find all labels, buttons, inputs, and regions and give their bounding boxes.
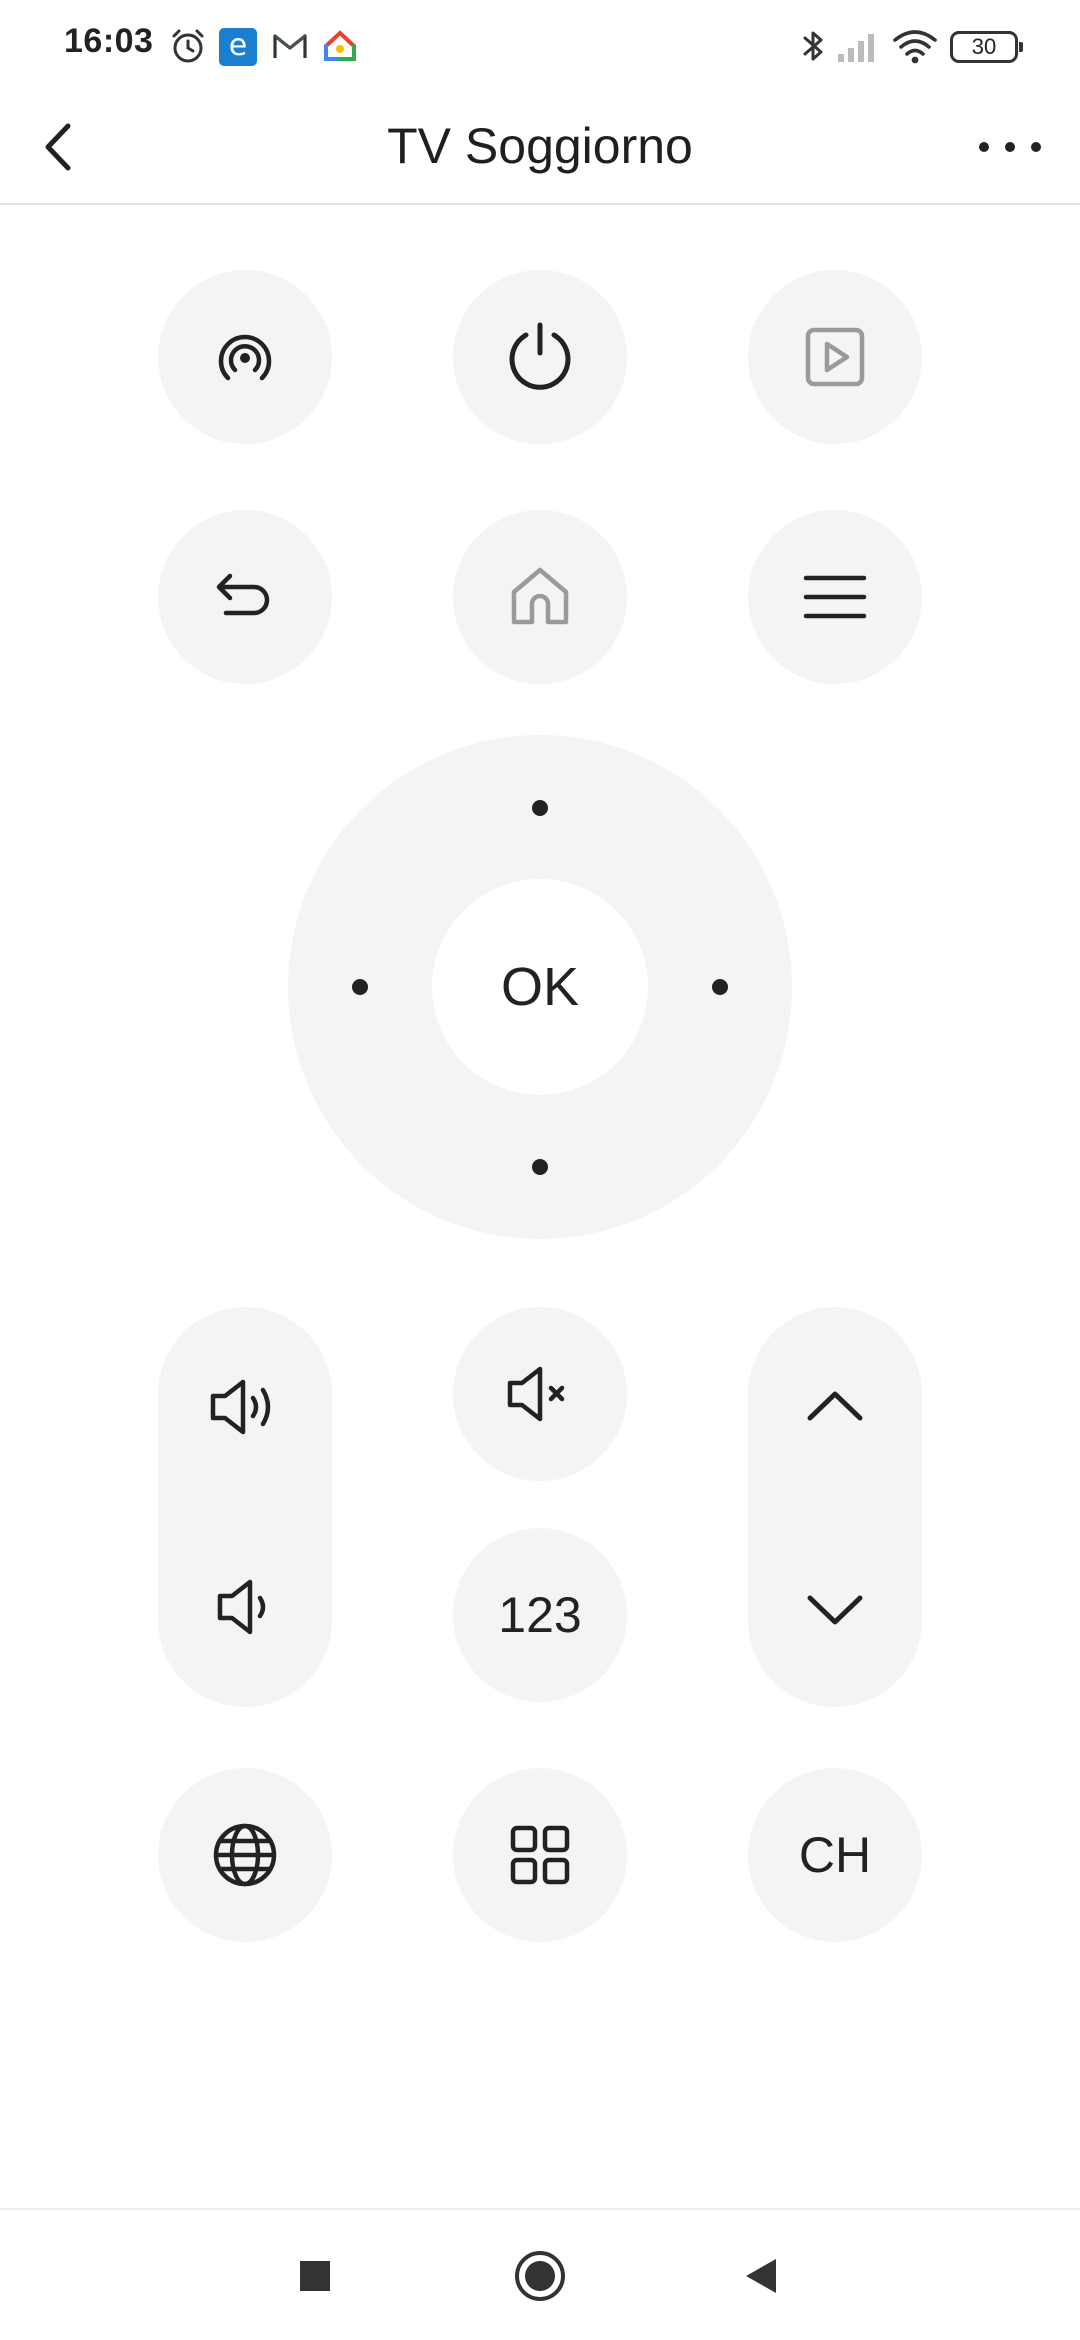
home-icon <box>511 567 569 625</box>
status-bar: 16:03 e 30 <box>0 0 1080 96</box>
more-options-button[interactable] <box>970 122 1050 172</box>
status-time: 16:03 <box>64 22 154 60</box>
volume-up-button[interactable] <box>158 1307 332 1507</box>
channel-up-icon <box>807 1391 863 1421</box>
channel-list-label: CH <box>798 1827 872 1883</box>
return-icon <box>216 573 270 616</box>
channel-down-button[interactable] <box>748 1507 922 1707</box>
globe-icon <box>213 1823 277 1887</box>
dpad-down-dot <box>532 1159 548 1175</box>
volume-control <box>158 1307 332 1707</box>
dpad: OK <box>288 735 792 1239</box>
power-icon <box>509 322 571 390</box>
home-button[interactable] <box>453 510 627 684</box>
channel-up-button[interactable] <box>748 1307 922 1507</box>
play-input-icon <box>805 327 865 387</box>
cast-icon <box>218 334 272 381</box>
back-nav-button[interactable] <box>732 2246 792 2306</box>
apps-grid-icon <box>510 1825 570 1885</box>
volume-down-icon <box>217 1579 266 1635</box>
cast-button[interactable] <box>158 270 332 444</box>
triangle-back-icon <box>746 2259 776 2293</box>
volume-up-icon <box>210 1379 271 1435</box>
apps-button[interactable] <box>453 1768 627 1942</box>
browser-button[interactable] <box>158 1768 332 1942</box>
square-icon <box>300 2261 330 2291</box>
numpad-button[interactable]: 123 <box>453 1528 627 1702</box>
e-app-icon: e <box>219 28 257 66</box>
signal-icon <box>836 26 882 66</box>
gmail-icon <box>270 26 310 66</box>
channel-control <box>748 1307 922 1707</box>
menu-icon <box>803 575 867 619</box>
dpad-right[interactable] <box>665 932 775 1042</box>
circle-icon <box>515 2251 565 2301</box>
system-nav-bar <box>0 2208 1080 2340</box>
wifi-icon <box>892 26 938 66</box>
ok-button[interactable]: OK <box>432 879 648 1095</box>
alarm-icon <box>168 26 208 66</box>
power-button[interactable] <box>453 270 627 444</box>
bluetooth-icon <box>793 26 833 66</box>
app-header: TV Soggiorno <box>0 96 1080 205</box>
battery-icon: 30 <box>950 31 1023 63</box>
recents-button[interactable] <box>285 2246 345 2306</box>
dpad-right-dot <box>712 979 728 995</box>
mute-button[interactable] <box>453 1307 627 1481</box>
dpad-down[interactable] <box>485 1112 595 1222</box>
page-title: TV Soggiorno <box>387 118 693 174</box>
return-button[interactable] <box>158 510 332 684</box>
dpad-up-dot <box>532 800 548 816</box>
dpad-up[interactable] <box>485 753 595 863</box>
home-nav-button[interactable] <box>510 2246 570 2306</box>
google-home-icon <box>320 26 360 66</box>
more-dots-icon <box>979 142 1041 152</box>
dpad-left[interactable] <box>305 932 415 1042</box>
input-source-button[interactable] <box>748 270 922 444</box>
volume-down-button[interactable] <box>158 1507 332 1707</box>
mute-icon <box>507 1366 565 1422</box>
menu-button[interactable] <box>748 510 922 684</box>
channel-list-button[interactable]: CH <box>748 1768 922 1942</box>
dpad-left-dot <box>352 979 368 995</box>
channel-down-icon <box>807 1595 863 1625</box>
numpad-label: 123 <box>498 1587 582 1643</box>
